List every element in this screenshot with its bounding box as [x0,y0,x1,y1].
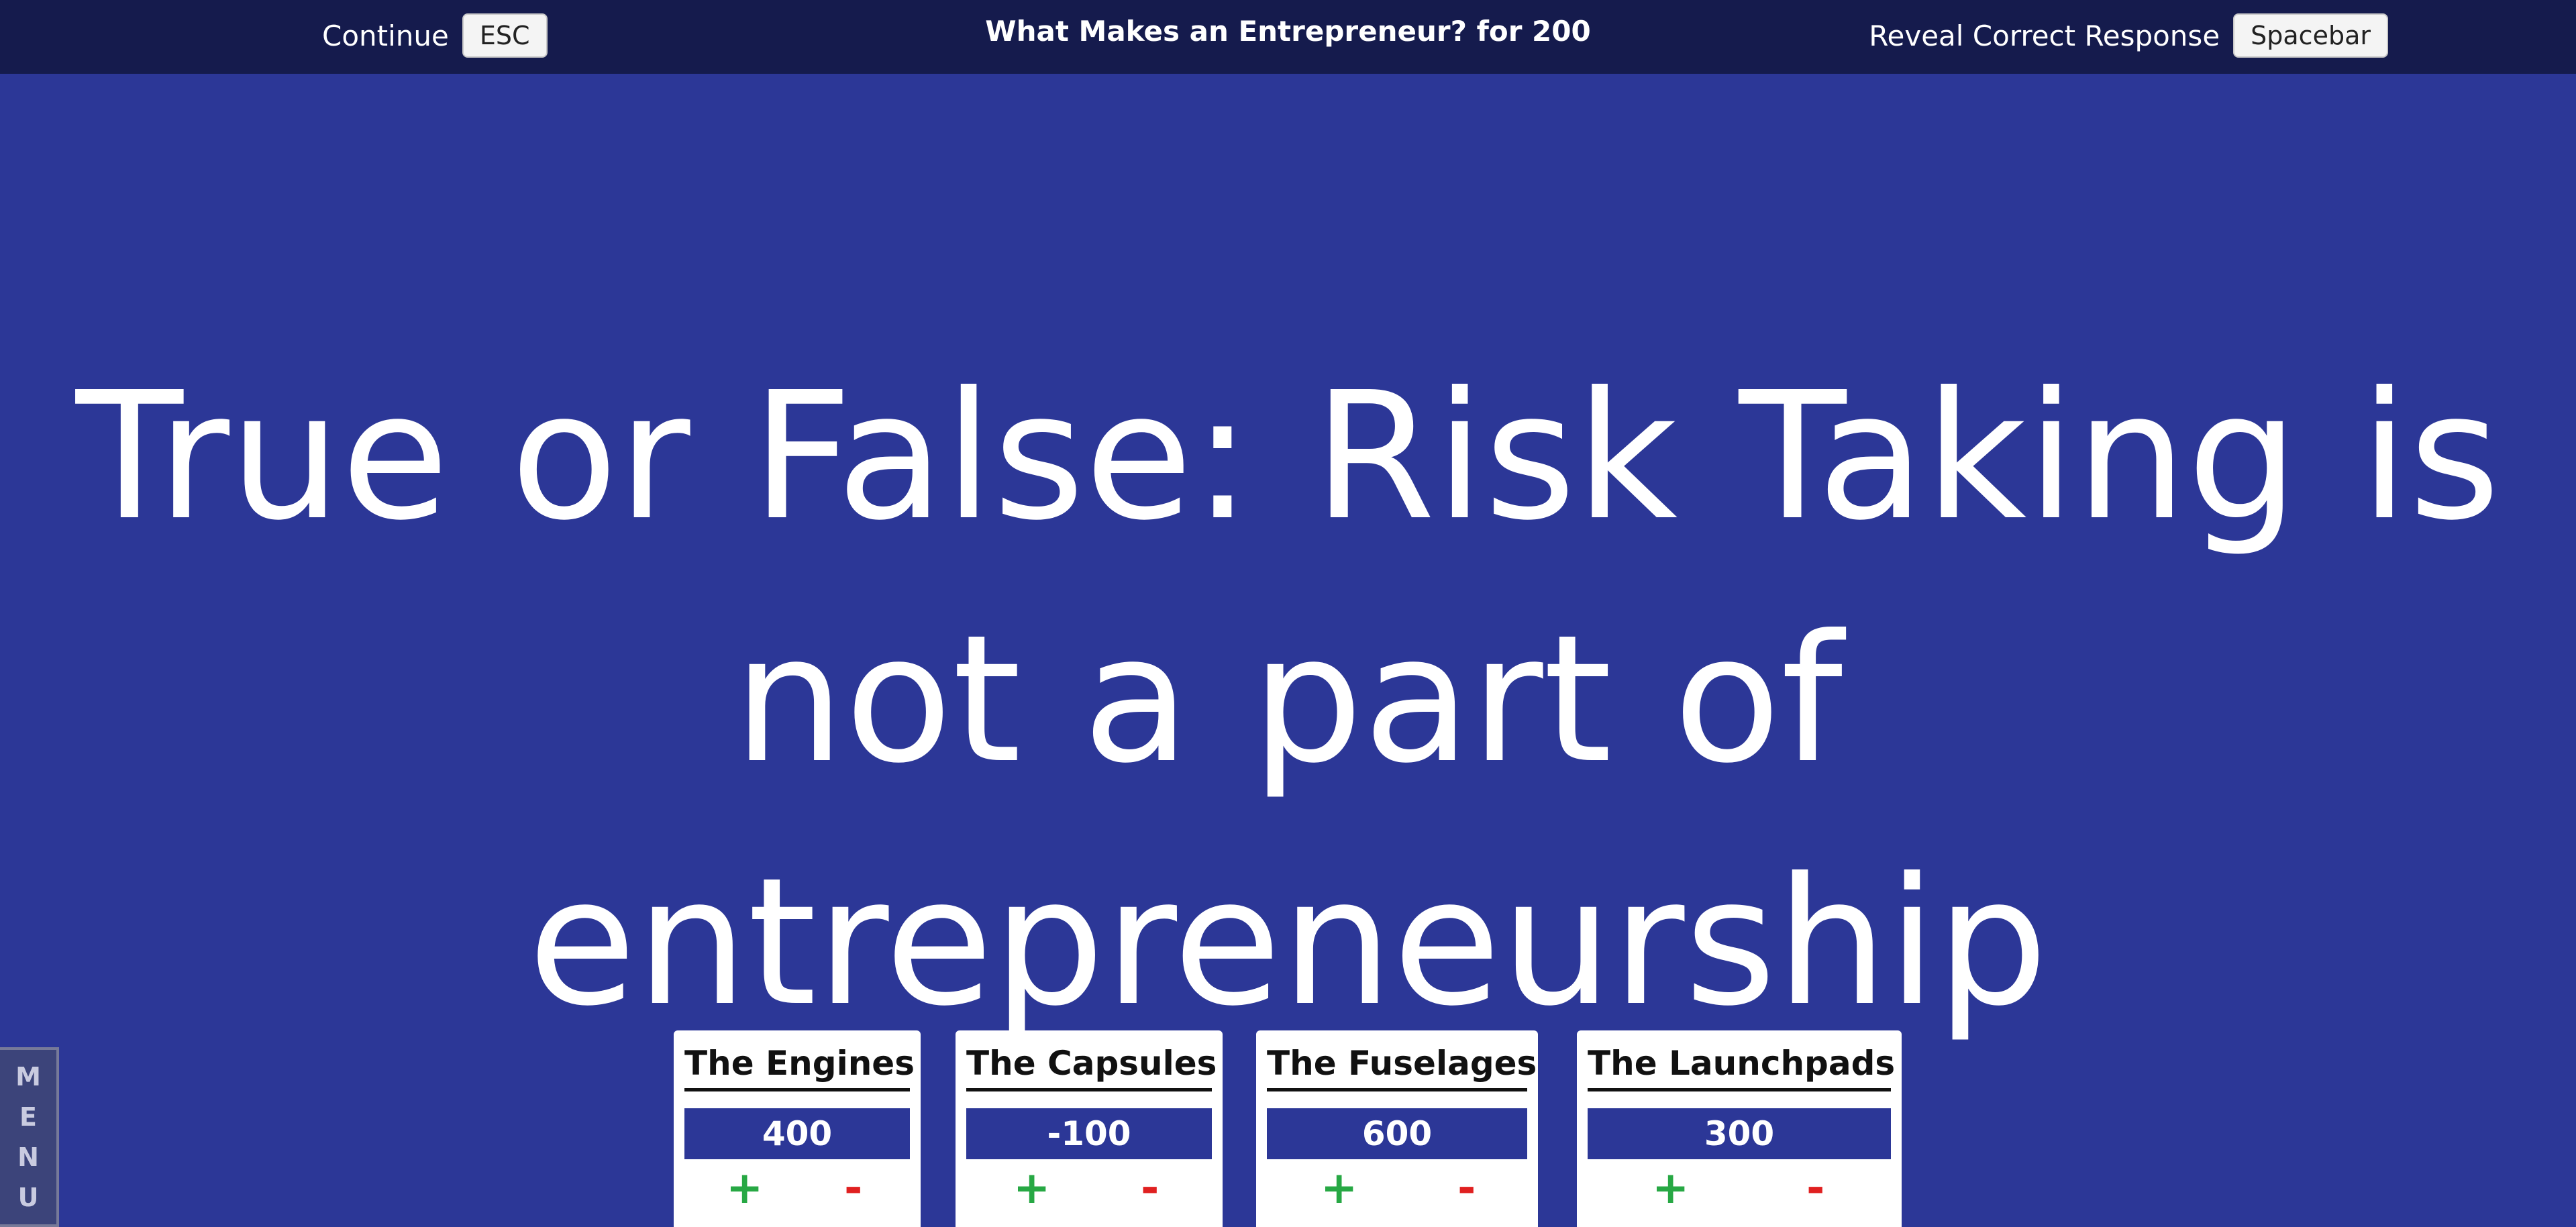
team-name: The Capsules [966,1044,1217,1091]
add-points-button[interactable]: + [1013,1165,1050,1212]
score-controls: + - [1256,1165,1538,1212]
add-points-button[interactable]: + [1652,1165,1689,1212]
score-controls: + - [956,1165,1223,1212]
subtract-points-button[interactable]: - [1806,1165,1824,1212]
subtract-points-button[interactable]: - [1457,1165,1476,1212]
menu-letter: E [19,1102,37,1132]
reveal-group: Reveal Correct Response Spacebar [1869,13,2388,58]
team-card-engines: The Engines 400 + - [674,1030,921,1227]
team-score: 400 [684,1108,910,1159]
clue-line-1: True or False: Risk Taking is [75,354,2501,559]
game-screen: Continue ESC What Makes an Entrepreneur?… [0,0,2576,1227]
clue-line-2: not a part of entrepreneurship [527,597,2049,1045]
top-bar: Continue ESC What Makes an Entrepreneur?… [0,0,2576,74]
reveal-label: Reveal Correct Response [1869,19,2220,52]
add-points-button[interactable]: + [1321,1165,1357,1212]
team-name: The Engines [684,1044,915,1091]
menu-letter: M [15,1062,41,1091]
team-score: 300 [1588,1108,1891,1159]
team-score: 600 [1267,1108,1527,1159]
score-controls: + - [674,1165,921,1212]
add-points-button[interactable]: + [726,1165,763,1212]
subtract-points-button[interactable]: - [844,1165,862,1212]
team-card-launchpads: The Launchpads 300 + - [1577,1030,1902,1227]
clue-text: True or False: Risk Taking is not a part… [0,335,2576,1064]
reveal-spacebar-button[interactable]: Spacebar [2233,13,2388,58]
menu-letter: N [17,1142,39,1172]
team-score: -100 [966,1108,1212,1159]
subtract-points-button[interactable]: - [1141,1165,1159,1212]
score-controls: + - [1577,1165,1902,1212]
team-card-capsules: The Capsules -100 + - [956,1030,1223,1227]
team-card-fuselages: The Fuselages 600 + - [1256,1030,1538,1227]
menu-letter: U [17,1183,39,1212]
team-name: The Fuselages [1267,1044,1537,1091]
menu-tab[interactable]: M E N U [0,1047,59,1227]
team-name: The Launchpads [1588,1044,1895,1091]
